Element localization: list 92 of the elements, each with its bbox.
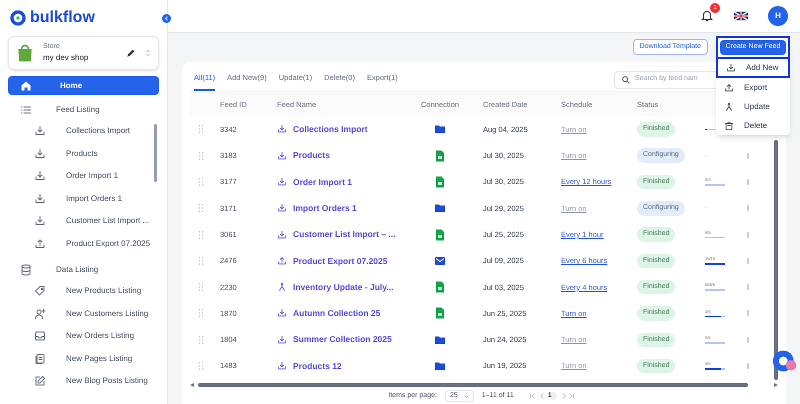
nav-subitem[interactable]: Product Export 07.2025: [8, 232, 159, 255]
tag-icon: [34, 285, 46, 298]
feed-name-link[interactable]: Autumn Collection 25: [293, 307, 380, 320]
inbox-icon: [34, 330, 46, 342]
trash-icon: [724, 120, 734, 130]
drag-handle-icon[interactable]: [198, 309, 204, 318]
pencil-icon[interactable]: [126, 48, 136, 58]
drag-handle-icon[interactable]: [198, 178, 204, 186]
nav-subitem[interactable]: New Pages Listing: [8, 348, 159, 370]
home-icon: [20, 80, 32, 92]
download-icon: [277, 150, 287, 161]
feed-name-link[interactable]: Import Orders 1: [293, 202, 357, 215]
chat-widget-icon[interactable]: [772, 348, 798, 374]
branch-icon: [724, 102, 734, 112]
nav-section-label[interactable]: Data Listing: [56, 264, 98, 276]
menu-item[interactable]: Add New: [716, 59, 790, 78]
search-icon: [621, 74, 631, 85]
user-avatar[interactable]: H: [768, 6, 788, 26]
upload-icon: [34, 238, 46, 250]
feed-name-link[interactable]: Summer Collection 2025: [293, 333, 392, 346]
drag-handle-icon[interactable]: [198, 204, 204, 212]
nav-subitem[interactable]: New Orders Listing: [8, 325, 159, 348]
folder-icon: [434, 202, 446, 214]
upload-icon: [277, 256, 287, 266]
edit-icon: [34, 375, 46, 388]
scroll-left-icon[interactable]: [190, 383, 194, 388]
bell-icon[interactable]: [700, 9, 714, 23]
feed-name-link[interactable]: Inventory Update - July...: [293, 280, 394, 294]
nav-subitem[interactable]: Order Import 1: [8, 165, 159, 188]
upload-icon: [724, 82, 734, 92]
sidebar-scrollbar[interactable]: [154, 124, 157, 182]
flag-icon[interactable]: [734, 11, 748, 21]
mail-icon: [434, 254, 446, 267]
menu-item[interactable]: Delete: [716, 116, 790, 135]
download-icon: [34, 192, 46, 205]
feed-name-link[interactable]: Customer List Import – ...: [293, 228, 396, 241]
list-icon: [20, 104, 32, 116]
folder-icon: [434, 360, 446, 372]
nav-subitem[interactable]: Products: [8, 142, 159, 165]
download-icon: [277, 361, 287, 372]
spreadsheet-icon: [434, 174, 446, 189]
spreadsheet-icon: [434, 306, 446, 320]
store-name: my dev shop: [43, 52, 90, 64]
spreadsheet-icon: [434, 148, 446, 163]
download-icon: [34, 148, 46, 160]
drag-handle-icon[interactable]: [198, 336, 204, 344]
drag-handle-icon[interactable]: [198, 125, 204, 134]
branch-icon: [277, 282, 287, 292]
chevron-down-icon: [464, 394, 469, 398]
feed-name-link[interactable]: Products 12: [293, 360, 342, 372]
scroll-right-icon[interactable]: [774, 383, 778, 388]
drag-handle-icon[interactable]: [198, 152, 204, 160]
download-icon: [277, 203, 287, 214]
pages-icon: [34, 352, 46, 365]
menu-item[interactable]: Export: [716, 78, 790, 97]
drag-handle-icon[interactable]: [198, 230, 204, 239]
spreadsheet-icon: [434, 280, 446, 294]
download-icon: [277, 176, 287, 187]
download-icon: [34, 170, 46, 182]
feed-name-link[interactable]: Products: [293, 149, 330, 162]
folder-icon: [434, 334, 446, 346]
nav-subitem[interactable]: Import Orders 1: [8, 188, 159, 210]
nav-item[interactable]: Home: [8, 76, 159, 95]
menu-item[interactable]: Update: [716, 97, 790, 116]
download-icon: [277, 124, 287, 134]
nav-subitem[interactable]: Collections Import: [8, 120, 159, 142]
spreadsheet-icon: [434, 228, 446, 242]
collapse-icon[interactable]: [162, 14, 171, 23]
download-icon: [277, 308, 287, 318]
download-icon: [726, 62, 736, 72]
feed-name-link[interactable]: Product Export 07.2025: [293, 254, 388, 268]
download-icon: [34, 215, 46, 228]
nav-subitem[interactable]: Customer List Import ...: [8, 210, 159, 232]
horizontal-scrollbar[interactable]: [198, 383, 748, 388]
nav-subitem[interactable]: New Products Listing: [8, 280, 159, 302]
download-icon: [277, 230, 287, 240]
feed-name-link[interactable]: Order Import 1: [293, 176, 352, 188]
feed-name-link[interactable]: Collections Import: [293, 123, 368, 136]
download-icon: [34, 125, 46, 138]
nav-subitem[interactable]: New Blog Posts Listing: [8, 370, 159, 392]
nav-subitem[interactable]: New Customers Listing: [8, 302, 159, 325]
database-icon: [20, 264, 32, 276]
nav-section-label[interactable]: Feed Listing: [56, 104, 100, 116]
drag-handle-icon[interactable]: [198, 283, 204, 292]
drag-handle-icon[interactable]: [198, 362, 204, 370]
brand-name: bulkflow: [30, 8, 95, 28]
user-add-icon: [34, 308, 46, 320]
folder-icon: [434, 123, 446, 136]
drag-handle-icon[interactable]: [198, 256, 204, 265]
download-icon: [277, 334, 287, 345]
vertical-scrollbar[interactable]: [774, 140, 778, 380]
logo-icon: [10, 10, 26, 26]
